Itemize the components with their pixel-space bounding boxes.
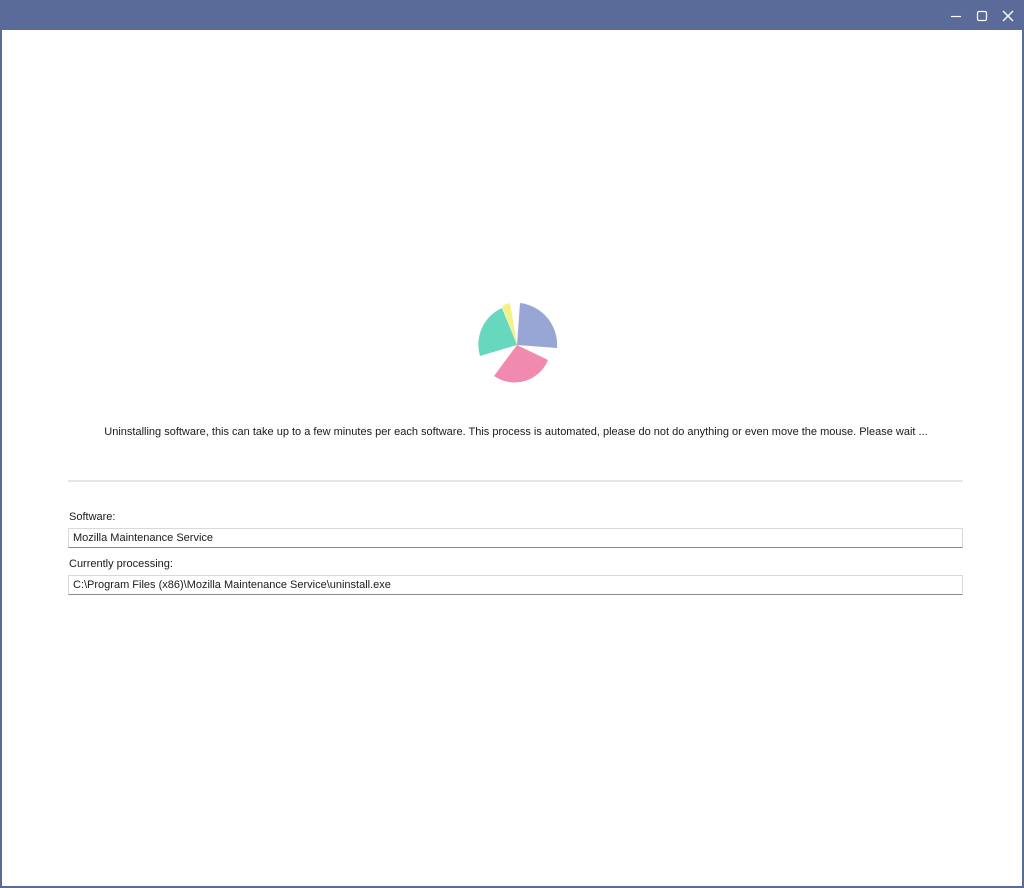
maximize-icon — [976, 10, 988, 22]
spinner-slice-blue — [517, 303, 558, 348]
currently-processing-label: Currently processing: — [69, 558, 173, 570]
close-button[interactable] — [995, 2, 1021, 30]
title-bar[interactable] — [2, 2, 1022, 30]
close-icon — [1002, 10, 1014, 22]
minimize-icon — [951, 15, 961, 18]
divider — [68, 480, 963, 482]
uninstaller-window: Uninstalling software, this can take up … — [0, 0, 1024, 888]
maximize-button[interactable] — [969, 2, 995, 30]
software-label: Software: — [69, 511, 116, 523]
status-message: Uninstalling software, this can take up … — [104, 426, 928, 438]
currently-processing-field[interactable]: C:\Program Files (x86)\Mozilla Maintenan… — [68, 575, 963, 595]
software-field[interactable]: Mozilla Maintenance Service — [68, 528, 963, 548]
spinner-slice-pink — [494, 345, 548, 383]
minimize-button[interactable] — [943, 2, 969, 30]
loading-pie-spinner-icon — [478, 303, 558, 383]
